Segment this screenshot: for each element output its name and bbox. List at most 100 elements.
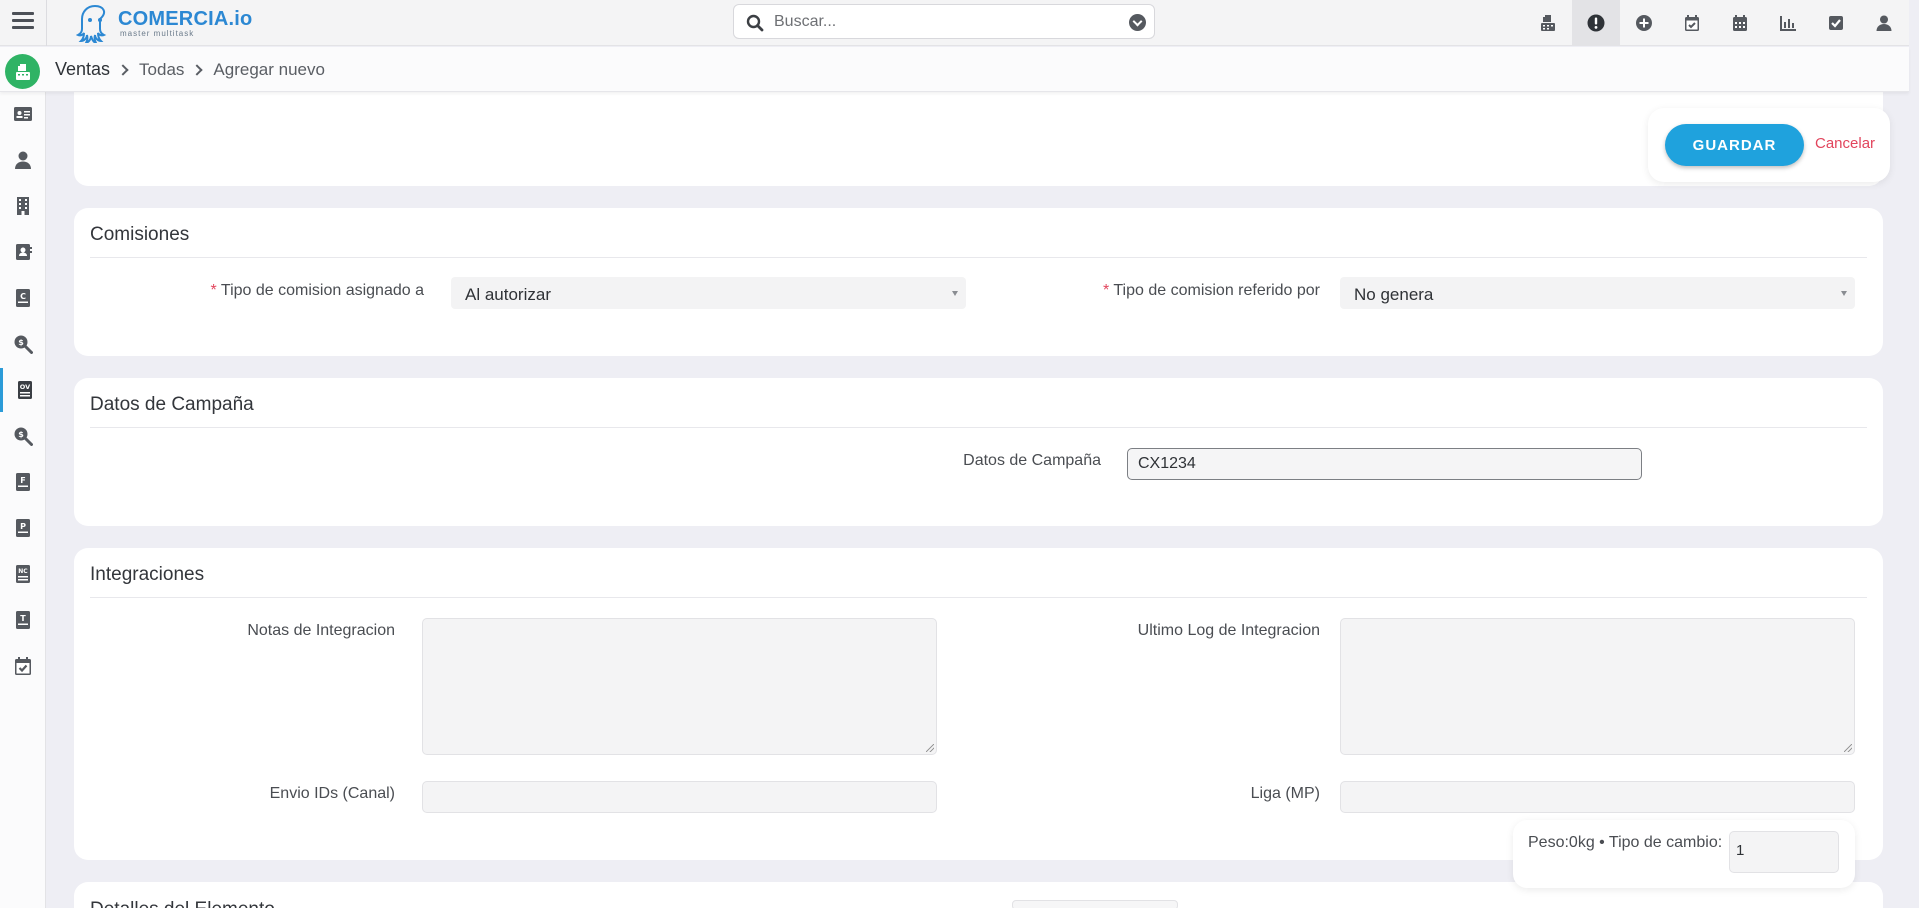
sidebar-item-invoices[interactable]: F <box>0 460 46 504</box>
save-actions: GUARDAR Cancelar <box>1648 108 1890 182</box>
sidebar-item-users[interactable] <box>0 138 46 182</box>
calendar-button[interactable] <box>1716 0 1764 46</box>
notas-label: Notas de Integracion <box>247 622 395 639</box>
sidebar: C $ OV $ F P NC T <box>0 92 46 908</box>
svg-text:T: T <box>20 614 26 623</box>
breadcrumb-item-todas[interactable]: Todas <box>139 60 184 80</box>
sidebar-item-search-sales[interactable]: $ <box>0 322 46 366</box>
id-card-icon <box>14 107 32 121</box>
log-label: Ultimo Log de Integracion <box>1137 622 1320 639</box>
campana-label: Datos de Campaña <box>963 452 1101 469</box>
sidebar-item-quotes[interactable]: C <box>0 276 46 320</box>
weight-exchange-label: Peso:0kg • Tipo de cambio: <box>1528 834 1723 851</box>
sidebar-item-credit-notes[interactable]: NC <box>0 552 46 596</box>
section-title: Comisiones <box>90 224 190 245</box>
chevron-right-icon <box>117 63 129 76</box>
breadcrumb-item-current: Agregar nuevo <box>213 59 325 79</box>
sidebar-item-search-payments[interactable]: $ <box>0 414 46 458</box>
search-input[interactable] <box>774 6 1104 37</box>
reports-button[interactable] <box>1764 0 1812 46</box>
envio-input[interactable] <box>422 781 937 813</box>
user-button[interactable] <box>1860 0 1908 46</box>
log-textarea[interactable] <box>1340 618 1855 755</box>
divider <box>90 597 1867 598</box>
calendar-check-icon <box>15 657 31 675</box>
brand-name: COMERCIA.io <box>118 7 253 30</box>
calendar-check-icon <box>1685 15 1699 31</box>
actions-card <box>74 92 1883 186</box>
sidebar-item-transfers[interactable]: T <box>0 598 46 642</box>
campana-card: Datos de Campaña Datos de Campaña <box>74 378 1883 526</box>
save-button[interactable]: GUARDAR <box>1665 124 1804 166</box>
divider <box>90 257 1867 258</box>
resize-grip-icon[interactable] <box>926 744 934 752</box>
comisiones-card: Comisiones * Tipo de comision asignado a… <box>74 208 1883 356</box>
sidebar-item-sales-orders[interactable]: OV <box>0 368 46 412</box>
document-ov-icon: OV <box>17 381 32 399</box>
caret-down-icon <box>1841 291 1847 296</box>
caret-down-icon <box>952 291 958 296</box>
top-bar: COMERCIA.io master multitask <box>0 0 1909 46</box>
sidebar-item-directory[interactable] <box>0 230 46 274</box>
exchange-rate-input[interactable]: 1 <box>1729 831 1839 873</box>
search-dollar-icon: $ <box>14 335 33 354</box>
add-button[interactable] <box>1620 0 1668 46</box>
totals-summary: Peso:0kg • Tipo de cambio: 1 <box>1513 820 1855 888</box>
section-title: Datos de Campaña <box>90 394 254 415</box>
alert-icon <box>1587 14 1605 32</box>
checkbox-icon <box>1829 16 1843 30</box>
section-title: Detalles del Elemento <box>90 899 275 908</box>
chevron-down-icon[interactable] <box>1129 14 1146 31</box>
cancel-link[interactable]: Cancelar <box>1815 135 1875 152</box>
referido-label: * Tipo de comision referido por <box>1102 282 1320 299</box>
breadcrumb-item-ventas[interactable]: Ventas <box>55 59 110 80</box>
divider <box>90 427 1867 428</box>
search-money-icon: $ <box>14 427 33 446</box>
filter-input[interactable] <box>1012 900 1178 908</box>
module-badge <box>5 54 40 89</box>
resize-grip-icon[interactable] <box>1844 744 1852 752</box>
campana-input[interactable] <box>1127 448 1642 480</box>
brand-tagline: master multitask <box>120 28 195 38</box>
top-toolbar <box>1524 0 1908 46</box>
liga-input[interactable] <box>1340 781 1855 813</box>
sidebar-item-agenda[interactable] <box>0 644 46 688</box>
svg-text:P: P <box>20 522 26 531</box>
integraciones-card: Integraciones Notas de Integracion Ultim… <box>74 548 1883 860</box>
user-icon <box>15 151 31 169</box>
calendar-check-button[interactable] <box>1668 0 1716 46</box>
alert-button[interactable] <box>1572 0 1620 46</box>
notas-textarea[interactable] <box>422 618 937 755</box>
breadcrumb: Ventas Todas Agregar nuevo <box>55 59 325 80</box>
bar-chart-icon <box>1780 16 1796 31</box>
sidebar-item-contacts[interactable] <box>0 92 46 136</box>
asignado-select[interactable]: Al autorizar <box>451 277 966 309</box>
contact-book-icon <box>16 244 32 260</box>
svg-text:OV: OV <box>19 383 29 391</box>
section-title: Integraciones <box>90 564 205 585</box>
svg-text:C: C <box>20 292 26 301</box>
tasks-button[interactable] <box>1812 0 1860 46</box>
svg-text:$: $ <box>18 430 24 439</box>
cash-register-icon <box>15 63 30 80</box>
search-box <box>733 4 1155 39</box>
required-mark: * <box>1102 282 1110 299</box>
document-p-icon: P <box>16 519 30 537</box>
referido-value: No genera <box>1354 285 1434 304</box>
brand-logo[interactable]: COMERCIA.io master multitask <box>76 1 252 45</box>
required-mark: * <box>210 282 217 299</box>
cash-register-button[interactable] <box>1524 0 1572 46</box>
sidebar-item-companies[interactable] <box>0 184 46 228</box>
search-icon <box>746 14 764 32</box>
breadcrumb-bar: Ventas Todas Agregar nuevo <box>0 47 1909 92</box>
chevron-right-icon <box>191 63 204 76</box>
cash-register-icon <box>1541 15 1555 31</box>
sidebar-item-payments[interactable]: P <box>0 506 46 550</box>
menu-icon[interactable] <box>12 12 34 32</box>
svg-text:F: F <box>20 476 25 485</box>
document-c-icon: C <box>16 289 30 307</box>
referido-select[interactable]: No genera <box>1340 277 1855 309</box>
calendar-icon <box>1733 15 1747 31</box>
asignado-value: Al autorizar <box>465 285 551 304</box>
divider <box>46 0 47 46</box>
